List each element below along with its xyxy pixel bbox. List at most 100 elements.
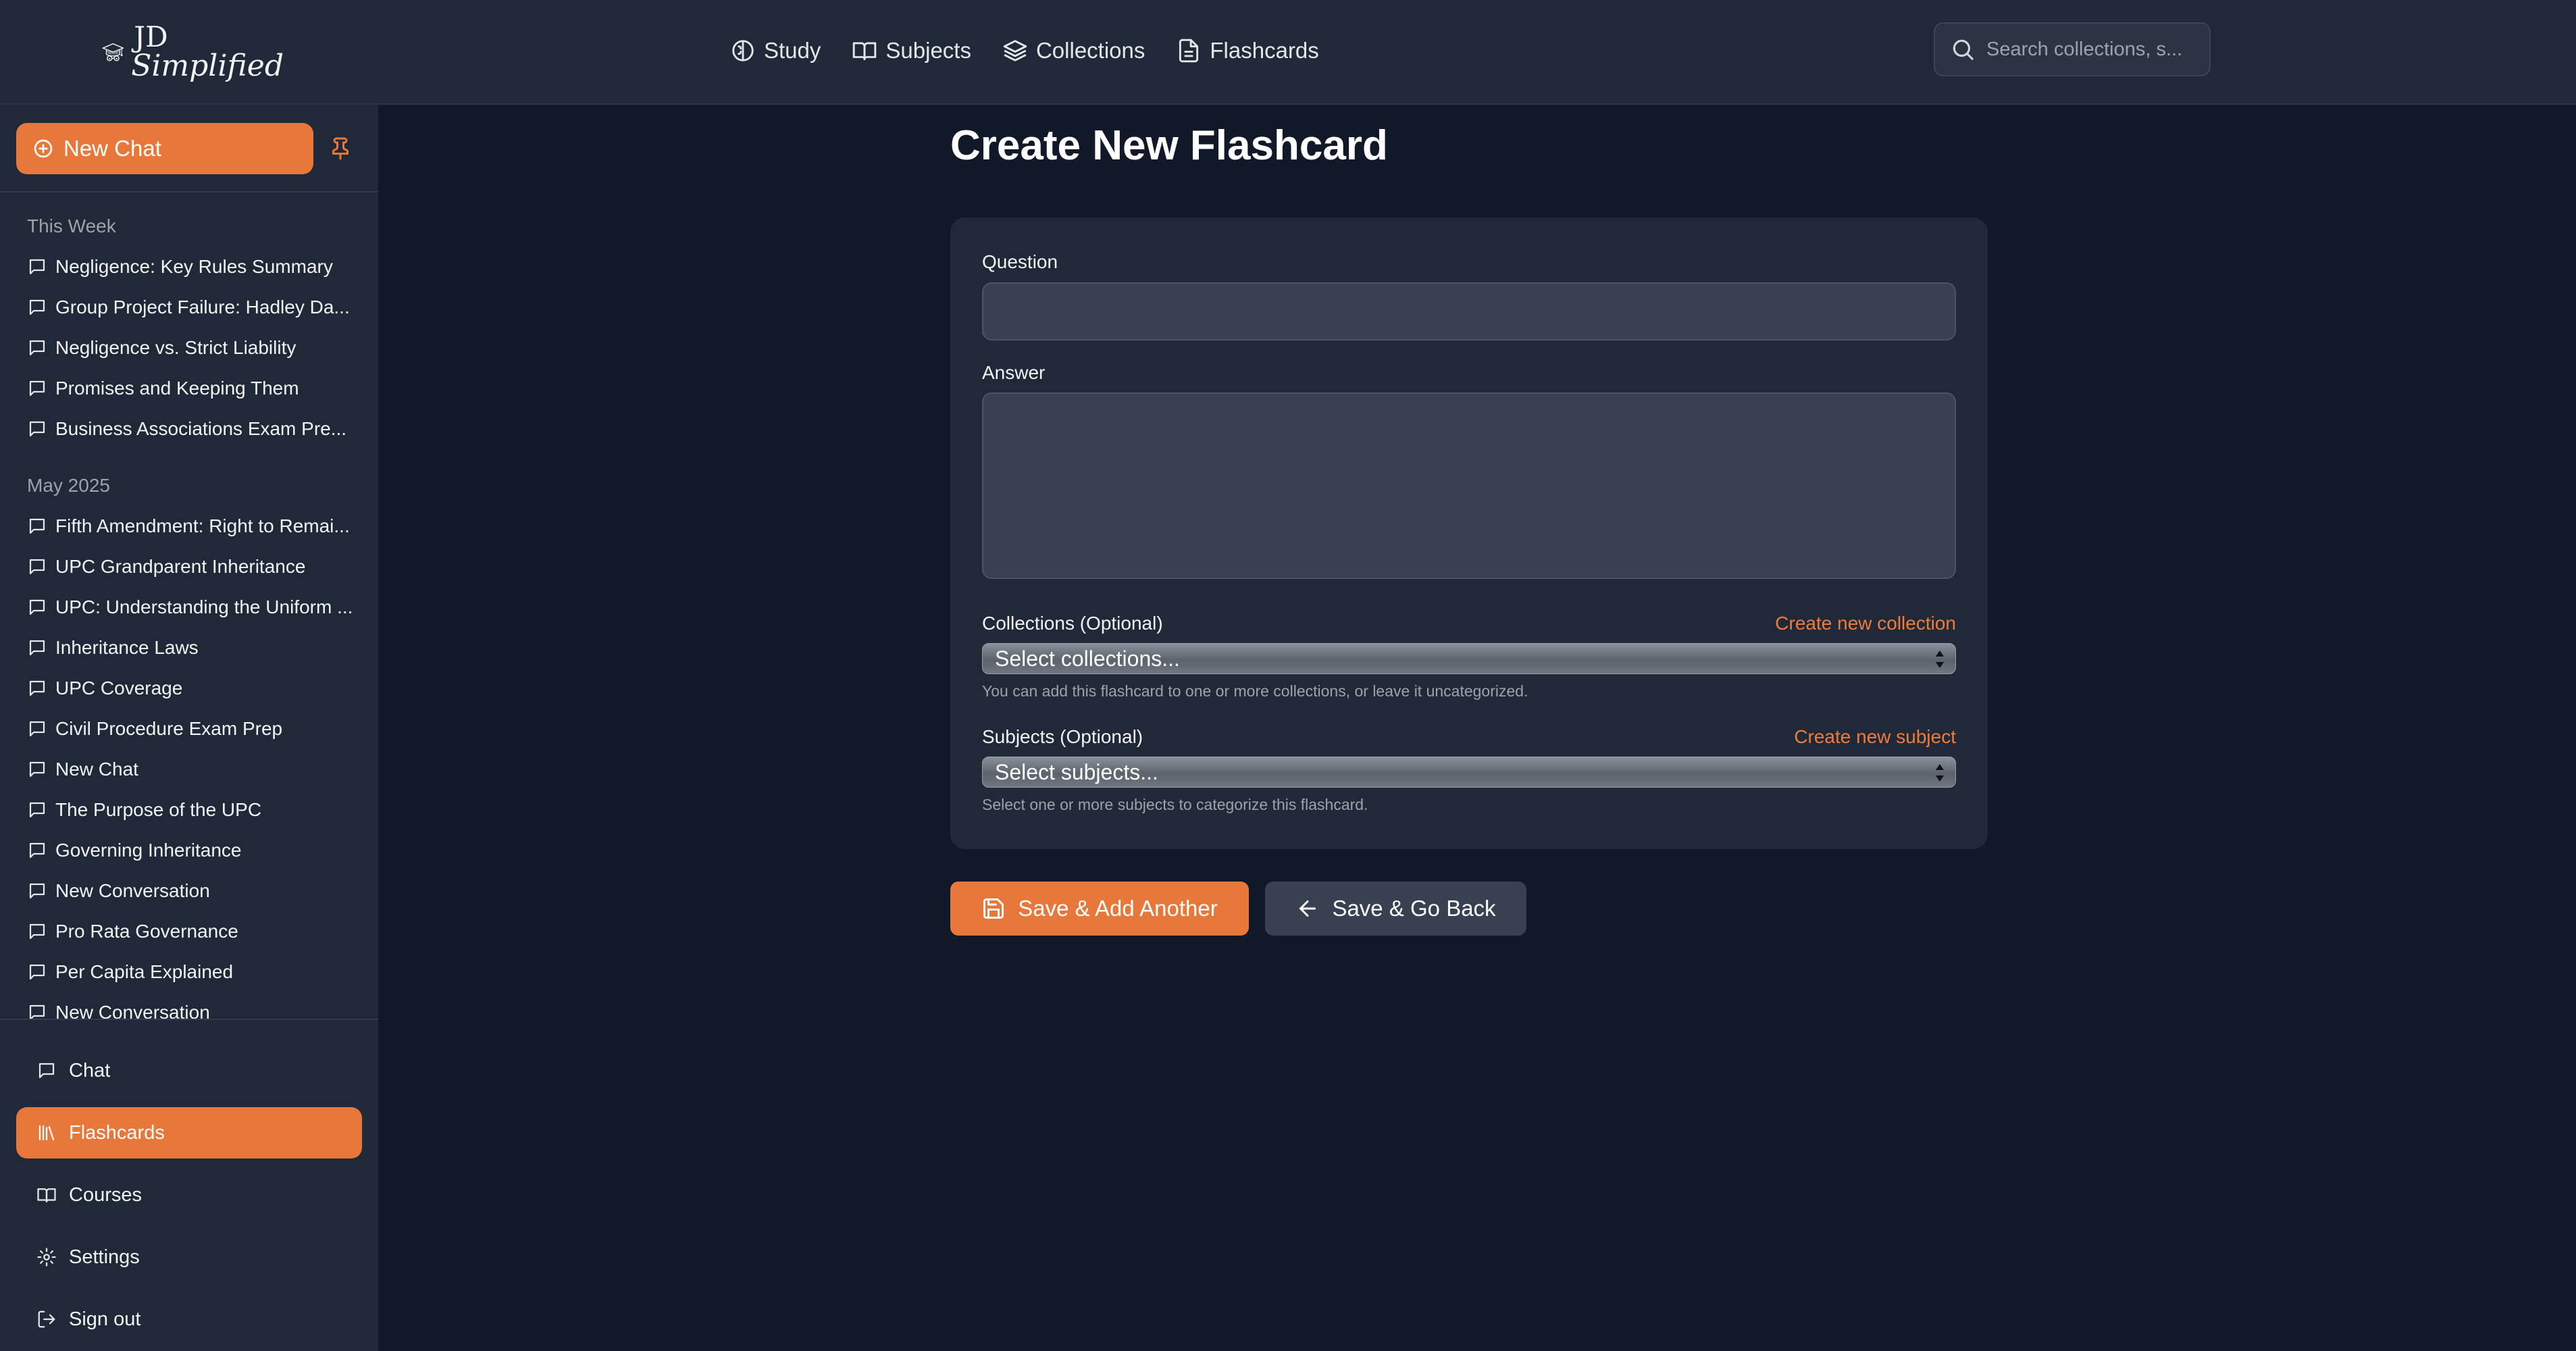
message-icon [29,883,45,899]
chat-item-label: UPC Coverage [55,678,183,698]
save-go-back-label: Save & Go Back [1332,896,1496,921]
message-icon [29,761,45,778]
message-icon [29,802,45,818]
save-add-another-label: Save & Add Another [1018,896,1218,921]
chat-item-label: Governing Inheritance [55,840,242,861]
chat-item-label: Civil Procedure Exam Prep [55,718,283,739]
page-title: Create New Flashcard [950,122,1388,169]
select-arrows-icon [1936,651,1944,668]
chat-item[interactable]: Negligence: Key Rules Summary [0,247,378,287]
topnav-subjects[interactable]: Subjects [848,27,998,74]
answer-label: Answer [982,362,1046,383]
chat-item[interactable]: New Conversation [0,871,378,911]
sidebar-item-courses-label: Courses [69,1183,142,1206]
layers-icon [1003,40,1027,61]
chat-item-label: New Conversation [55,880,210,901]
chat-item-label: Pro Rata Governance [55,921,238,942]
new-chat-label: New Chat [63,136,161,161]
topnav-subjects-label: Subjects [885,38,971,63]
message-icon [38,1063,55,1079]
message-icon [29,421,45,437]
topnav-flashcards[interactable]: Flashcards [1172,27,1345,74]
chat-item[interactable]: Negligence vs. Strict Liability [0,328,378,368]
chat-item[interactable]: Governing Inheritance [0,830,378,871]
sidebar-item-chat[interactable]: Chat [16,1045,362,1096]
chat-item-label: Business Associations Exam Pre... [55,418,347,439]
chat-item-label: Promises and Keeping Them [55,378,299,399]
save-go-back-button[interactable]: Save & Go Back [1265,882,1526,936]
new-chat-row: New Chat [16,123,362,174]
question-input[interactable] [982,282,1956,340]
sidebar-item-settings[interactable]: Settings [16,1231,362,1283]
chat-item[interactable]: UPC Grandparent Inheritance [0,546,378,587]
answer-textarea[interactable] [982,392,1956,579]
message-icon [29,518,45,534]
logout-icon [38,1310,55,1328]
search-icon [1953,39,1974,60]
file-text-icon [1179,39,1199,63]
message-icon [29,680,45,696]
gear-icon [37,1248,56,1267]
subjects-label: Subjects (Optional) [982,726,1143,747]
chat-item-label: Negligence vs. Strict Liability [55,337,297,358]
message-icon [29,842,45,859]
sidebar-item-courses[interactable]: Courses [16,1169,362,1221]
topnav-collections[interactable]: Collections [998,27,1172,74]
chat-item-label: UPC: Understanding the Uniform ... [55,596,353,617]
message-icon [29,559,45,575]
subjects-hint: Select one or more subjects to categoriz… [982,796,1368,813]
collections-select[interactable]: Select collections... [982,643,1956,674]
brand-wordmark: JD Simplified [131,23,284,81]
chat-item-label: Group Project Failure: Hadley Da... [55,297,350,317]
top-navigation: Study Subjects Collections Flashcards [726,27,1346,74]
chat-item[interactable]: Promises and Keeping Them [0,368,378,409]
sidebar: New Chat This Week Negligence: Key Rules… [0,105,378,1351]
chat-item[interactable]: Inheritance Laws [0,628,378,668]
search-input[interactable] [1986,38,2194,61]
chat-item[interactable]: Per Capita Explained [0,952,378,992]
sidebar-item-sign-out-label: Sign out [69,1308,141,1330]
message-icon [29,299,45,315]
collections-hint: You can add this flashcard to one or mor… [982,682,1528,700]
subjects-select[interactable]: Select subjects... [982,757,1956,788]
chat-item[interactable]: UPC Coverage [0,668,378,709]
message-icon [29,964,45,980]
chat-item[interactable]: Civil Procedure Exam Prep [0,709,378,749]
chat-item[interactable]: Fifth Amendment: Right to Remai... [0,506,378,546]
chat-item[interactable]: Business Associations Exam Pre... [0,409,378,449]
chat-item-label: New Chat [55,759,138,780]
chat-item[interactable]: The Purpose of the UPC [0,790,378,830]
message-icon [29,340,45,356]
sidebar-item-flashcards[interactable]: Flashcards [16,1107,362,1158]
flashcard-form: Question Answer Collections (Optional) C… [950,218,1988,849]
sidebar-item-flashcards-label: Flashcards [69,1121,165,1144]
create-collection-link[interactable]: Create new collection [1775,613,1956,634]
chat-item[interactable]: UPC: Understanding the Uniform ... [0,587,378,628]
chat-item[interactable]: Group Project Failure: Hadley Da... [0,287,378,328]
chat-item[interactable]: New Chat [0,749,378,790]
chat-item[interactable]: Pro Rata Governance [0,911,378,952]
book-open-icon [853,42,877,61]
sidebar-item-chat-label: Chat [69,1059,111,1081]
select-arrows-icon [1936,764,1944,782]
group-label-may-2025: May 2025 [27,475,110,496]
search-box[interactable] [1934,22,2211,76]
create-subject-link[interactable]: Create new subject [1794,726,1956,748]
collections-select-value: Select collections... [995,646,1180,671]
save-add-another-button[interactable]: Save & Add Another [950,882,1249,936]
new-chat-button[interactable]: New Chat [16,123,313,174]
brand-line-1: JD [134,20,168,53]
sidebar-divider [0,191,378,193]
top-header: JD Simplified Study Subjects Collections [0,0,2576,105]
pin-icon[interactable] [328,136,353,161]
topnav-study[interactable]: Study [726,27,848,74]
message-icon [29,259,45,275]
question-label: Question [982,251,1058,272]
chat-item-label: The Purpose of the UPC [55,799,262,820]
chat-item-label: Per Capita Explained [55,961,234,982]
plus-circle-icon [34,139,53,158]
brand-logo[interactable]: JD Simplified [101,15,284,89]
chat-item[interactable]: New Conversation [0,992,378,1033]
sidebar-item-sign-out[interactable]: Sign out [16,1294,362,1345]
